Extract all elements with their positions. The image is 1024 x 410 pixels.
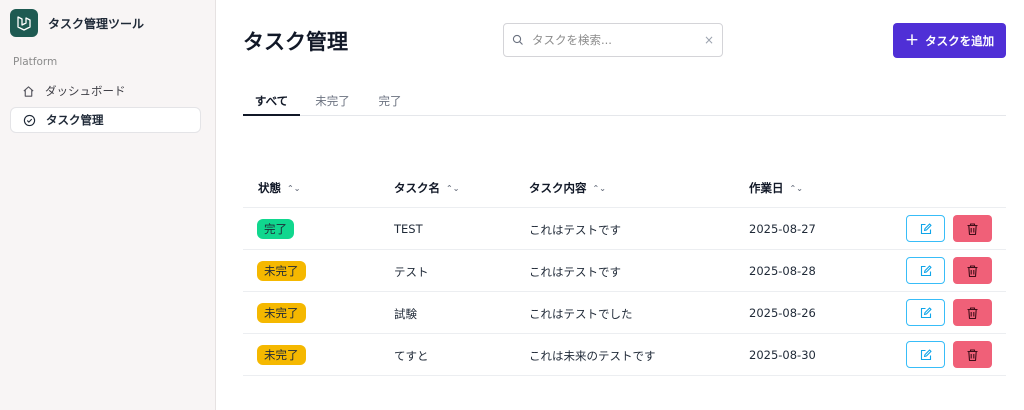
task-content: これはテストです xyxy=(529,223,621,237)
task-name: 試験 xyxy=(394,307,417,321)
edit-icon xyxy=(920,264,932,276)
task-name: てすと xyxy=(394,349,429,363)
trash-icon xyxy=(967,264,978,277)
edit-icon xyxy=(920,222,932,234)
column-header-label: タスク名 xyxy=(394,181,440,195)
sidebar-section-label: Platform xyxy=(13,56,58,68)
column-header-status[interactable]: 状態 ⌃⌄ xyxy=(258,180,300,196)
search-icon xyxy=(512,33,526,47)
column-header-label: タスク内容 xyxy=(529,181,587,195)
clear-search-icon[interactable]: × xyxy=(704,33,714,47)
task-content: これはテストです xyxy=(529,265,621,279)
add-task-button[interactable]: + タスクを追加 xyxy=(893,23,1006,58)
column-header-label: 状態 xyxy=(258,181,281,195)
edit-button[interactable] xyxy=(906,299,945,326)
app-name: タスク管理ツール xyxy=(48,16,145,31)
delete-button[interactable] xyxy=(953,341,992,368)
task-content: これはテストでした xyxy=(529,307,633,321)
tab-incomplete[interactable]: 未完了 xyxy=(305,88,360,116)
sidebar: タスク管理ツール Platform ダッシュボード タスク管理 xyxy=(0,0,216,410)
edit-button[interactable] xyxy=(906,341,945,368)
home-icon xyxy=(21,84,35,98)
tab-all[interactable]: すべて xyxy=(243,88,300,116)
edit-icon xyxy=(920,306,932,318)
task-date: 2025-08-27 xyxy=(749,222,816,236)
column-header-name[interactable]: タスク名 ⌃⌄ xyxy=(394,180,459,196)
sidebar-item-task-management[interactable]: タスク管理 xyxy=(10,107,201,133)
column-header-content[interactable]: タスク内容 ⌃⌄ xyxy=(529,180,606,196)
column-header-date[interactable]: 作業日 ⌃⌄ xyxy=(749,180,803,196)
edit-button[interactable] xyxy=(906,215,945,242)
task-content: これは未来のテストです xyxy=(529,349,656,363)
table-header: 状態 ⌃⌄ タスク名 ⌃⌄ タスク内容 ⌃⌄ 作業日 ⌃⌄ xyxy=(243,166,1006,208)
search-input[interactable] xyxy=(532,33,704,47)
table-row: 未完了 てすと これは未来のテストです 2025-08-30 xyxy=(243,334,1006,376)
search-box[interactable]: × xyxy=(503,23,723,57)
task-name: TEST xyxy=(394,222,423,236)
sidebar-item-label: タスク管理 xyxy=(46,113,104,127)
table-row: 完了 TEST これはテストです 2025-08-27 xyxy=(243,208,1006,250)
main-content: タスク管理 × + タスクを追加 すべて 未完了 完了 状態 ⌃⌄ タスク名 ⌃… xyxy=(216,0,1024,410)
trash-icon xyxy=(967,222,978,235)
tab-complete[interactable]: 完了 xyxy=(365,88,415,116)
sort-icon: ⌃⌄ xyxy=(446,183,460,193)
status-tabs: すべて 未完了 完了 xyxy=(243,88,1006,116)
page-title: タスク管理 xyxy=(243,30,348,54)
status-badge: 完了 xyxy=(257,219,294,239)
plus-icon: + xyxy=(904,30,920,50)
sort-icon: ⌃⌄ xyxy=(789,183,803,193)
brand[interactable]: タスク管理ツール xyxy=(10,9,144,37)
status-badge: 未完了 xyxy=(257,303,306,323)
edit-icon xyxy=(920,348,932,360)
sidebar-item-label: ダッシュボード xyxy=(45,84,126,98)
add-task-label: タスクを追加 xyxy=(925,33,995,48)
app-logo-icon xyxy=(10,9,38,37)
sidebar-item-dashboard[interactable]: ダッシュボード xyxy=(10,78,201,104)
trash-icon xyxy=(967,306,978,319)
sort-icon: ⌃⌄ xyxy=(287,183,301,193)
delete-button[interactable] xyxy=(953,215,992,242)
task-date: 2025-08-30 xyxy=(749,348,816,362)
status-badge: 未完了 xyxy=(257,261,306,281)
task-date: 2025-08-28 xyxy=(749,264,816,278)
edit-button[interactable] xyxy=(906,257,945,284)
status-badge: 未完了 xyxy=(257,345,306,365)
sort-icon: ⌃⌄ xyxy=(592,183,606,193)
table-row: 未完了 テスト これはテストです 2025-08-28 xyxy=(243,250,1006,292)
task-date: 2025-08-26 xyxy=(749,306,816,320)
task-name: テスト xyxy=(394,265,429,279)
check-circle-icon xyxy=(22,113,36,127)
task-table: 状態 ⌃⌄ タスク名 ⌃⌄ タスク内容 ⌃⌄ 作業日 ⌃⌄ 完了 TEST これ… xyxy=(243,166,1006,376)
delete-button[interactable] xyxy=(953,299,992,326)
trash-icon xyxy=(967,348,978,361)
column-header-label: 作業日 xyxy=(749,181,784,195)
delete-button[interactable] xyxy=(953,257,992,284)
table-row: 未完了 試験 これはテストでした 2025-08-26 xyxy=(243,292,1006,334)
